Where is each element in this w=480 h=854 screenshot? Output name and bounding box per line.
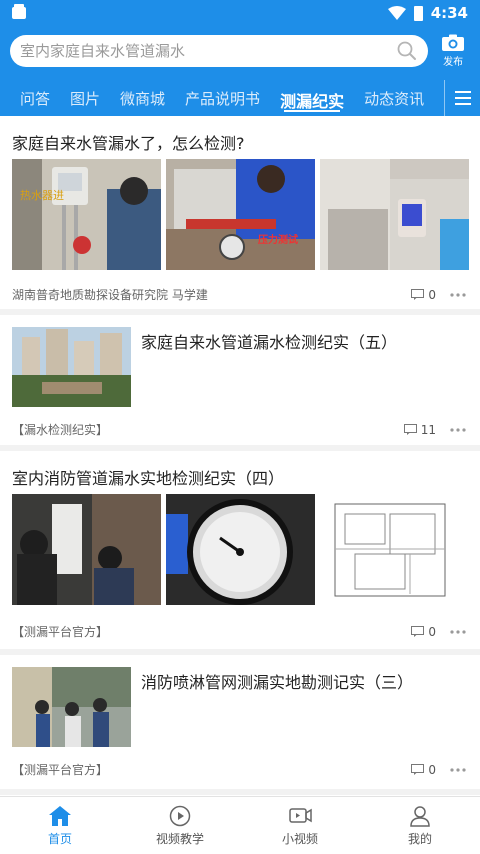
comment-icon (411, 289, 425, 300)
publish-label: 发布 (443, 57, 464, 68)
top-bar: 4:34 发布 问答 图片 微商城 产品说明书 测漏纪实 动态资讯 (0, 0, 480, 116)
comment-count[interactable]: 0 (411, 625, 436, 639)
tab-menu-button[interactable] (444, 80, 480, 116)
article-source: 湖南普奇地质勘探设备研究院 马学建 (12, 288, 208, 302)
article-image[interactable]: 压力测试 (166, 159, 315, 270)
nav-video-tutorials-label: 视频教学 (155, 831, 204, 846)
status-bar: 4:34 (0, 0, 480, 26)
search-input[interactable] (20, 42, 397, 60)
bottom-nav: 首页 视频教学 小视频 我的 (0, 796, 480, 854)
article-image[interactable] (12, 494, 161, 605)
tab-leak-records[interactable]: 测漏纪实 (270, 80, 354, 116)
nav-profile-label: 我的 (407, 831, 432, 846)
article-title[interactable]: 室内消防管道漏水实地检测纪实（四） (12, 465, 284, 489)
article-card[interactable]: 室内消防管道漏水实地检测纪实（四） 【测漏平台官方】 0 (0, 451, 480, 655)
play-circle-icon (169, 805, 191, 826)
nav-short-video-label: 小视频 (281, 831, 318, 846)
tab-images[interactable]: 图片 (60, 80, 110, 116)
tab-mall[interactable]: 微商城 (110, 80, 175, 116)
article-image[interactable] (320, 494, 469, 605)
search-box[interactable] (10, 35, 429, 67)
publish-button[interactable]: 发布 (434, 34, 472, 68)
article-card[interactable]: 消防喷淋管网测漏实地勘测记实（三） 【测漏平台官方】 0 (0, 655, 480, 795)
comment-icon (411, 764, 425, 775)
image-caption: 热水器进 (20, 189, 64, 202)
camera-icon (442, 34, 465, 51)
article-image[interactable] (320, 159, 469, 270)
comment-icon (411, 626, 425, 637)
comment-count-label: 0 (428, 624, 436, 639)
article-title[interactable]: 家庭自来水管道漏水检测纪实（五） (141, 329, 397, 353)
nav-video-tutorials[interactable]: 视频教学 (120, 797, 240, 854)
article-card[interactable]: 家庭自来水管漏水了，怎么检测? 热水器进 压力测试 湖南普奇地质勘探设备研究院 … (0, 116, 480, 315)
more-icon[interactable] (450, 629, 466, 634)
battery-icon (413, 5, 423, 21)
article-image[interactable]: 热水器进 (12, 159, 161, 270)
article-card[interactable]: 家庭自来水管道漏水检测纪实（五） 【漏水检测纪实】 11 (0, 315, 480, 451)
nav-home[interactable]: 首页 (0, 797, 120, 854)
article-source: 【测漏平台官方】 (12, 763, 109, 777)
article-feed: 家庭自来水管漏水了，怎么检测? 热水器进 压力测试 湖南普奇地质勘探设备研究院 … (0, 116, 480, 796)
comment-count[interactable]: 0 (411, 288, 436, 302)
more-icon[interactable] (450, 767, 466, 772)
article-title[interactable]: 家庭自来水管漏水了，怎么检测? (12, 130, 245, 154)
comment-count-label: 0 (428, 762, 436, 777)
article-source: 【漏水检测纪实】 (12, 423, 109, 437)
article-image[interactable] (12, 327, 131, 407)
tab-qa[interactable]: 问答 (10, 80, 60, 116)
image-caption: 压力测试 (258, 233, 298, 246)
comment-count[interactable]: 0 (411, 763, 436, 777)
tab-manuals[interactable]: 产品说明书 (175, 80, 270, 116)
clock: 4:34 (430, 4, 468, 22)
user-icon (410, 805, 430, 827)
article-image[interactable] (166, 494, 315, 605)
nav-profile[interactable]: 我的 (360, 797, 480, 854)
comment-count[interactable]: 11 (403, 422, 436, 437)
notification-icon (12, 4, 26, 19)
article-source: 【测漏平台官方】 (12, 625, 109, 639)
article-title[interactable]: 消防喷淋管网测漏实地勘测记实（三） (141, 669, 413, 693)
menu-icon (454, 91, 471, 105)
comment-icon (403, 424, 417, 435)
wifi-icon (387, 6, 406, 20)
tab-news[interactable]: 动态资讯 (354, 80, 434, 116)
category-tabs: 问答 图片 微商城 产品说明书 测漏纪实 动态资讯 (0, 80, 480, 116)
comment-count-label: 0 (428, 287, 436, 302)
more-icon[interactable] (450, 427, 466, 432)
nav-home-label: 首页 (47, 831, 72, 846)
video-icon (289, 807, 312, 823)
home-icon (49, 805, 71, 826)
comment-count-label: 11 (420, 422, 436, 437)
more-icon[interactable] (450, 292, 466, 297)
article-image[interactable] (12, 667, 131, 747)
nav-short-video[interactable]: 小视频 (240, 797, 360, 854)
search-icon[interactable] (396, 40, 418, 62)
